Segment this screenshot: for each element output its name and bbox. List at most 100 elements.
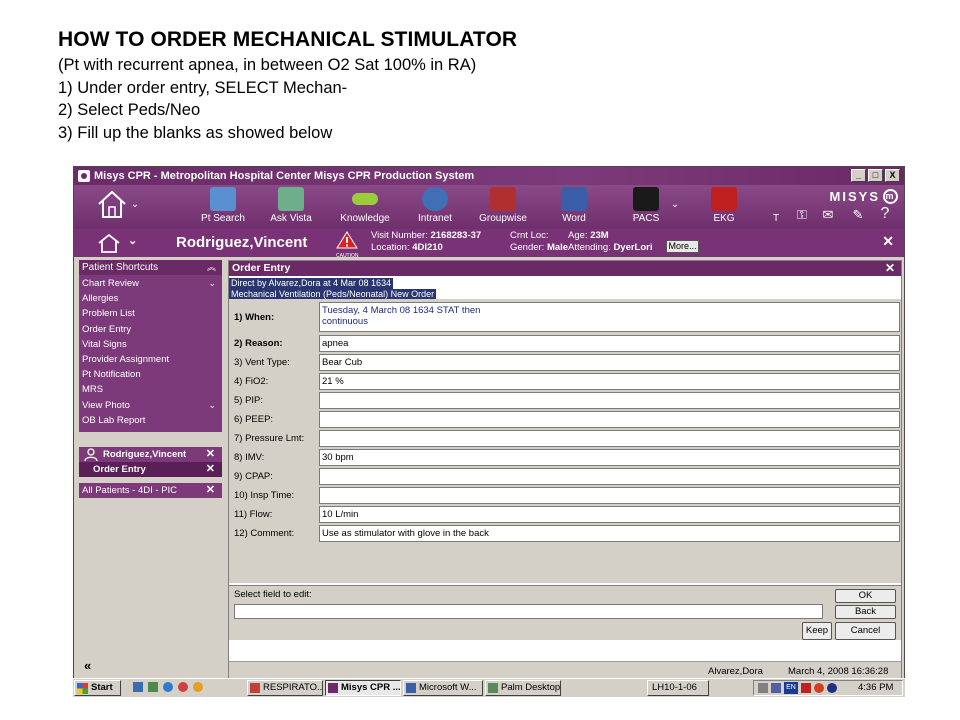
shortcut-order-entry[interactable]: Order Entry <box>79 322 222 337</box>
close-patient-icon[interactable]: ✕ <box>882 233 894 250</box>
close-icon[interactable]: ✕ <box>206 462 215 477</box>
indicator-label: LH10-1-06 <box>647 680 709 696</box>
reason-field[interactable]: apnea <box>319 335 900 352</box>
when-field[interactable]: Tuesday, 4 March 08 1634 STAT then conti… <box>319 302 900 332</box>
task-microsoft-word[interactable]: Microsoft W... <box>403 680 483 696</box>
quicklaunch-icon[interactable] <box>148 682 158 692</box>
field-row-vent-type: 3) Vent Type: Bear Cub <box>232 354 900 371</box>
flow-field[interactable]: 10 L/min <box>319 506 900 523</box>
antivirus-icon[interactable] <box>814 683 824 693</box>
more-button[interactable]: More... <box>666 240 699 253</box>
chevron-down-icon[interactable]: ⌄ <box>208 398 216 413</box>
intranet-icon <box>422 187 448 211</box>
close-icon[interactable]: ✕ <box>885 261 895 276</box>
toolbar-item-word[interactable]: Word <box>550 187 598 227</box>
toolbar-item-knowledge[interactable]: Knowledge <box>336 187 394 227</box>
shortcuts-header[interactable]: Patient Shortcuts ︽ <box>79 260 222 275</box>
location: 4DI210 <box>412 242 443 253</box>
person-icon <box>84 448 98 461</box>
toolbar-item-ekg[interactable]: EKG <box>702 187 746 227</box>
app-window: Misys CPR - Metropolitan Hospital Center… <box>73 166 905 696</box>
patient-name: Rodriguez,Vincent <box>176 234 308 251</box>
patient-list-tab[interactable]: All Patients - 4DI - PIC ✕ <box>79 483 222 498</box>
field-row-comment: 12) Comment: Use as stimulator with glov… <box>232 525 900 542</box>
keep-button[interactable]: Keep <box>802 622 832 640</box>
shortcut-view-photo[interactable]: View Photo ⌄ <box>79 398 222 413</box>
home-button[interactable] <box>92 187 132 227</box>
open-task-tab[interactable]: Order Entry ✕ <box>79 462 222 477</box>
collapse-panel-icon[interactable]: « <box>84 658 91 673</box>
ekg-icon <box>711 187 737 211</box>
language-indicator[interactable]: EN <box>784 682 798 694</box>
close-icon[interactable]: ✕ <box>206 447 215 462</box>
field-row-fio2: 4) FiO2: 21 % <box>232 373 900 390</box>
fio2-field[interactable]: 21 % <box>319 373 900 390</box>
toolbar-item-pacs[interactable]: PACS <box>622 187 670 227</box>
ie-icon[interactable] <box>163 682 173 692</box>
vent-type-field[interactable]: Bear Cub <box>319 354 900 371</box>
select-field-input[interactable] <box>234 604 823 619</box>
shortcut-mrs[interactable]: MRS <box>79 382 222 397</box>
close-icon[interactable]: ✕ <box>206 483 215 498</box>
toolbar-item-intranet[interactable]: Intranet <box>406 187 464 227</box>
ok-button[interactable]: OK <box>835 589 896 603</box>
window-title: Misys CPR - Metropolitan Hospital Center… <box>94 170 475 182</box>
back-button[interactable]: Back <box>835 605 896 619</box>
slide-line: 1) Under order entry, SELECT Mechan- <box>58 78 348 97</box>
cancel-button[interactable]: Cancel <box>835 622 896 640</box>
pressure-lmt-field[interactable] <box>319 430 900 447</box>
chevron-down-icon[interactable]: ⌄ <box>128 234 137 247</box>
shortcut-chart-review[interactable]: Chart Review ⌄ <box>79 276 222 291</box>
pt-search-icon <box>210 187 236 211</box>
caution-badge[interactable]: CAUTION <box>336 231 359 259</box>
shortcut-problem-list[interactable]: Problem List <box>79 306 222 321</box>
shortcut-allergies[interactable]: Allergies <box>79 291 222 306</box>
groupwise-icon <box>490 187 516 211</box>
misys-logo-mark: m <box>883 189 898 205</box>
slide-line: 3) Fill up the blanks as showed below <box>58 123 333 142</box>
window-icon <box>250 683 260 693</box>
network-icon[interactable] <box>771 683 781 693</box>
show-desktop-icon[interactable] <box>133 682 143 692</box>
left-panel: Patient Shortcuts ︽ Chart Review ⌄ Allerg… <box>79 260 222 682</box>
task-misys-cpr[interactable]: Misys CPR ... <box>325 680 401 696</box>
misys-logo: MISYS m <box>830 188 898 205</box>
task-palm-desktop[interactable]: Palm Desktop <box>485 680 561 696</box>
sync-icon[interactable] <box>827 683 837 693</box>
shortcut-pt-notification[interactable]: Pt Notification <box>79 367 222 382</box>
speaker-icon[interactable] <box>758 683 768 693</box>
start-button[interactable]: Start <box>74 680 121 696</box>
cpap-field[interactable] <box>319 468 900 485</box>
toolbar-item-pt-search[interactable]: Pt Search <box>194 187 252 227</box>
media-icon[interactable] <box>178 682 188 692</box>
minimize-button[interactable]: _ <box>851 169 866 182</box>
insp-time-field[interactable] <box>319 487 900 504</box>
window-titlebar[interactable]: Misys CPR - Metropolitan Hospital Center… <box>74 167 904 185</box>
shortcut-vital-signs[interactable]: Vital Signs <box>79 337 222 352</box>
collapse-up-icon[interactable]: ︽ <box>207 260 216 275</box>
shortcut-provider-assignment[interactable]: Provider Assignment <box>79 352 222 367</box>
shortcut-ob-lab-report[interactable]: OB Lab Report <box>79 413 222 428</box>
window-icon <box>328 683 338 693</box>
shortcuts-list: Chart Review ⌄ Allergies Problem List Ord… <box>79 275 222 432</box>
toolbar-item-ask-vista[interactable]: Ask Vista <box>262 187 320 227</box>
windows-logo-icon <box>77 683 88 694</box>
system-tray: EN 4:36 PM <box>753 680 903 696</box>
toolbar-item-groupwise[interactable]: Groupwise <box>474 187 532 227</box>
chevron-down-icon[interactable]: ⌄ <box>208 276 216 291</box>
field-row-cpap: 9) CPAP: <box>232 468 900 485</box>
order-form: 1) When: Tuesday, 4 March 08 1634 STAT t… <box>229 299 901 583</box>
close-button[interactable]: X <box>885 169 900 182</box>
task-respirato[interactable]: RESPIRATO... <box>247 680 323 696</box>
maximize-button[interactable]: □ <box>868 169 883 182</box>
comment-field[interactable]: Use as stimulator with glove in the back <box>319 525 900 542</box>
quicklaunch-icon[interactable] <box>193 682 203 692</box>
pip-field[interactable] <box>319 392 900 409</box>
acrobat-icon[interactable] <box>801 683 811 693</box>
field-row-insp-time: 10) Insp Time: <box>232 487 900 504</box>
open-patient-tab[interactable]: Rodriguez,Vincent ✕ <box>79 447 222 462</box>
peep-field[interactable] <box>319 411 900 428</box>
field-row-imv: 8) IMV: 30 bpm <box>232 449 900 466</box>
home-icon[interactable] <box>96 232 122 254</box>
imv-field[interactable]: 30 bpm <box>319 449 900 466</box>
